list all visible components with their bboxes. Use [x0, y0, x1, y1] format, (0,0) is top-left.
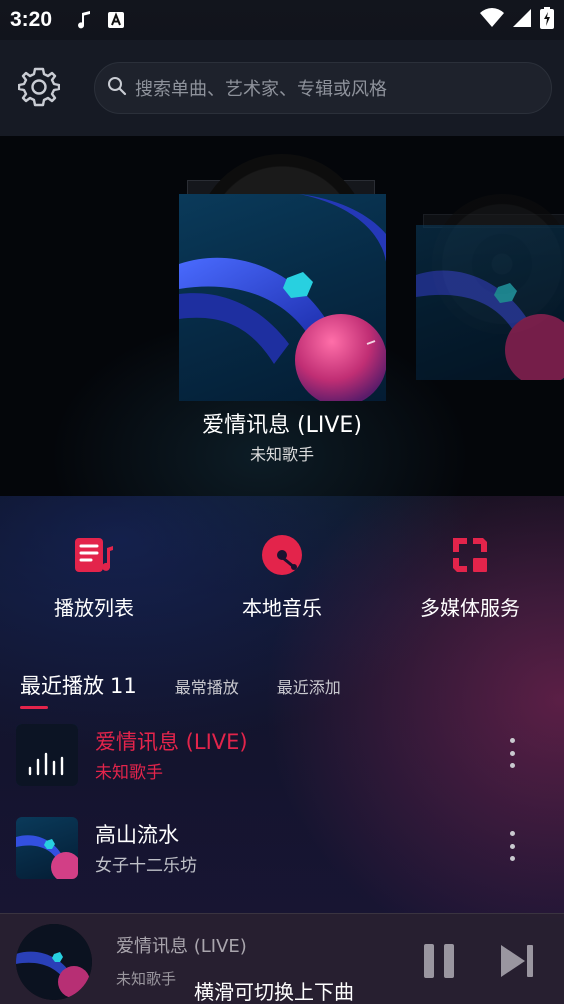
pause-icon [424, 944, 454, 978]
more-options-icon[interactable] [508, 831, 516, 861]
next-album-cover[interactable] [416, 225, 564, 380]
mini-player-title: 爱情讯息 (LIVE) [116, 936, 247, 957]
track-title: 爱情讯息 (LIVE) [95, 730, 248, 754]
recent-tabs: 最近播放 11 最常播放 最近添加 [20, 670, 564, 710]
top-header: 搜索单曲、艺术家、专辑或风格 [0, 40, 564, 136]
tab-recent-played[interactable]: 最近播放 11 [20, 670, 137, 709]
tab-most-played[interactable]: 最常播放 [175, 674, 239, 698]
mini-player-disc [16, 924, 92, 1000]
search-icon [107, 76, 127, 100]
media-services-label: 多媒体服务 [420, 596, 520, 620]
pause-button[interactable] [420, 942, 458, 980]
search-bar[interactable]: 搜索单曲、艺术家、专辑或风格 [94, 62, 552, 114]
media-services-icon [453, 538, 487, 572]
playlist-button[interactable]: 播放列表 [0, 530, 188, 621]
local-music-button[interactable]: 本地音乐 [188, 530, 376, 621]
swipe-hint-toast: 横滑可切换上下曲 [194, 980, 354, 1004]
playlist-icon [75, 538, 113, 572]
status-time: 3:20 [10, 8, 53, 31]
album-thumbnail [16, 817, 78, 879]
next-track-button[interactable] [498, 942, 536, 980]
skip-next-icon [501, 945, 533, 977]
local-music-label: 本地音乐 [242, 596, 322, 620]
tab-recent-count: 11 [110, 674, 137, 698]
track-title: 高山流水 [95, 823, 179, 847]
list-item[interactable]: 爱情讯息 (LIVE) 未知歌手 [0, 716, 564, 792]
media-services-button[interactable]: 多媒体服务 [376, 530, 564, 621]
mini-player[interactable]: 爱情讯息 (LIVE) 未知歌手 横滑可切换上下曲 [0, 913, 564, 1004]
wifi-icon [480, 7, 504, 33]
tab-recently-added[interactable]: 最近添加 [277, 674, 341, 698]
settings-gear-icon[interactable] [17, 66, 61, 108]
cellular-signal-icon [512, 8, 532, 33]
now-playing-carousel[interactable]: 爱情讯息 (LIVE) 未知歌手 [0, 136, 564, 496]
now-playing-thumbnail [16, 724, 78, 786]
vinyl-disc-icon [262, 535, 302, 575]
status-bar: 3:20 [0, 0, 564, 40]
mini-player-artist: 未知歌手 [116, 970, 177, 988]
quick-actions: 播放列表 本地音乐 多媒体服务 [0, 530, 564, 630]
album-cover[interactable] [179, 194, 386, 401]
tab-recent-label: 最近播放 [20, 674, 104, 698]
battery-charging-icon [540, 6, 554, 34]
track-artist: 女子十二乐坊 [95, 856, 197, 876]
app-notification-icon [106, 10, 126, 30]
music-note-icon [74, 10, 94, 30]
playlist-label: 播放列表 [54, 596, 134, 620]
more-options-icon[interactable] [508, 738, 516, 768]
hero-song-artist: 未知歌手 [249, 445, 314, 464]
search-placeholder: 搜索单曲、艺术家、专辑或风格 [135, 79, 387, 100]
list-item[interactable]: 高山流水 女子十二乐坊 [0, 809, 564, 885]
track-artist: 未知歌手 [95, 763, 163, 783]
hero-song-title: 爱情讯息 (LIVE) [202, 413, 362, 438]
